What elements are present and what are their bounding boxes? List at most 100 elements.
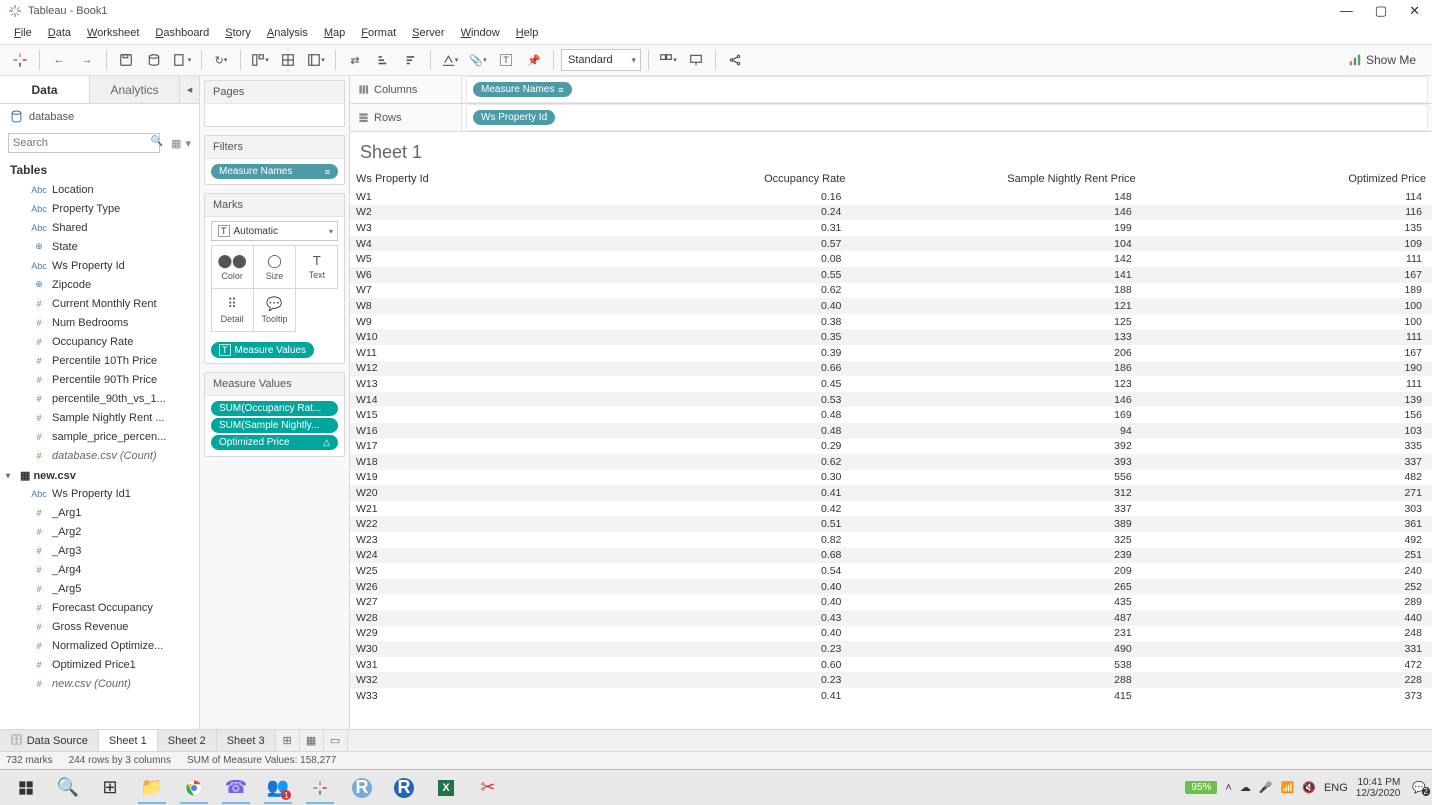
- table-row[interactable]: W80.40121100: [350, 298, 1432, 314]
- view-list-icon[interactable]: ▦: [171, 137, 181, 150]
- redo-button[interactable]: →: [75, 48, 99, 72]
- field-percentile-90th-vs-1-[interactable]: #percentile_90th_vs_1...: [0, 389, 199, 408]
- taskbar-snip[interactable]: ✂: [468, 772, 508, 804]
- sort-asc-icon[interactable]: [371, 48, 395, 72]
- table-row[interactable]: W170.29392335: [350, 439, 1432, 455]
- table-row[interactable]: W270.40435289: [350, 594, 1432, 610]
- table-row[interactable]: W40.57104109: [350, 236, 1432, 252]
- field-normalized-optimize-[interactable]: #Normalized Optimize...: [0, 636, 199, 655]
- taskbar-tableau[interactable]: [300, 772, 340, 804]
- fit-dropdown[interactable]: Standard: [561, 49, 641, 71]
- field-current-monthly-rent[interactable]: #Current Monthly Rent: [0, 294, 199, 313]
- menu-data[interactable]: Data: [42, 25, 77, 41]
- maximize-button[interactable]: ▢: [1375, 3, 1387, 19]
- tab-sheet-1[interactable]: Sheet 1: [99, 730, 158, 751]
- col-header-1[interactable]: Occupancy Rate: [561, 169, 851, 189]
- table-row[interactable]: W250.54209240: [350, 563, 1432, 579]
- new-worksheet-dropdown[interactable]: ▾: [170, 48, 194, 72]
- taskbar-rstudio[interactable]: R: [342, 772, 382, 804]
- table-row[interactable]: W210.42337303: [350, 501, 1432, 517]
- menu-format[interactable]: Format: [355, 25, 402, 41]
- field-num-bedrooms[interactable]: #Num Bedrooms: [0, 313, 199, 332]
- table-row[interactable]: W90.38125100: [350, 314, 1432, 330]
- table-row[interactable]: W330.41415373: [350, 688, 1432, 704]
- labels-button[interactable]: T: [494, 48, 518, 72]
- tray-mic-icon[interactable]: 🎤: [1259, 781, 1273, 794]
- show-me-button[interactable]: Show Me: [1348, 53, 1424, 67]
- field-state[interactable]: ⊕State: [0, 237, 199, 256]
- field--arg5[interactable]: #_Arg5: [0, 579, 199, 598]
- table-row[interactable]: W160.4894103: [350, 423, 1432, 439]
- table-row[interactable]: W30.31199135: [350, 220, 1432, 236]
- table-row[interactable]: W240.68239251: [350, 548, 1432, 564]
- field-shared[interactable]: AbcShared: [0, 218, 199, 237]
- tray-wifi-icon[interactable]: 📶: [1281, 781, 1295, 794]
- sort-desc-button[interactable]: ▾: [304, 48, 328, 72]
- save-button[interactable]: [114, 48, 138, 72]
- field-percentile-10th-price[interactable]: #Percentile 10Th Price: [0, 351, 199, 370]
- taskbar-explorer[interactable]: 📁: [132, 772, 172, 804]
- field-percentile-90th-price[interactable]: #Percentile 90Th Price: [0, 370, 199, 389]
- presentation-button[interactable]: [684, 48, 708, 72]
- tab-sheet-3[interactable]: Sheet 3: [217, 730, 276, 751]
- new-worksheet-button[interactable]: ⊞: [276, 730, 300, 751]
- table-row[interactable]: W200.41312271: [350, 485, 1432, 501]
- field-forecast-occupancy[interactable]: #Forecast Occupancy: [0, 598, 199, 617]
- menu-map[interactable]: Map: [318, 25, 351, 41]
- field--arg3[interactable]: #_Arg3: [0, 541, 199, 560]
- share-button[interactable]: [723, 48, 747, 72]
- menu-analysis[interactable]: Analysis: [261, 25, 314, 41]
- table-row[interactable]: W230.82325492: [350, 532, 1432, 548]
- field-optimized-price1[interactable]: #Optimized Price1: [0, 655, 199, 674]
- tray-onedrive-icon[interactable]: ☁: [1240, 781, 1251, 794]
- marks-pill-measure-values[interactable]: TMeasure Values: [211, 342, 314, 358]
- swap-button[interactable]: ▾: [248, 48, 272, 72]
- col-header-0[interactable]: Ws Property Id: [350, 169, 561, 189]
- tray-clock[interactable]: 10:41 PM 12/3/2020: [1356, 777, 1405, 799]
- menu-server[interactable]: Server: [406, 25, 450, 41]
- field-database-csv-count-[interactable]: #database.csv (Count): [0, 446, 199, 465]
- start-button[interactable]: [6, 772, 46, 804]
- new-story-button[interactable]: ▭: [324, 730, 348, 751]
- field-property-type[interactable]: AbcProperty Type: [0, 199, 199, 218]
- highlight-button[interactable]: ▾: [438, 48, 462, 72]
- rows-pill-ws-property-id[interactable]: Ws Property Id: [473, 110, 555, 125]
- table-row[interactable]: W320.23288228: [350, 672, 1432, 688]
- field--arg1[interactable]: #_Arg1: [0, 503, 199, 522]
- col-header-2[interactable]: Sample Nightly Rent Price: [851, 169, 1141, 189]
- taskbar-chrome[interactable]: [174, 772, 214, 804]
- field-ws-property-id[interactable]: AbcWs Property Id: [0, 256, 199, 275]
- sort-desc-icon[interactable]: [399, 48, 423, 72]
- filters-shelf[interactable]: Filters Measure Names≡: [204, 135, 345, 185]
- field-gross-revenue[interactable]: #Gross Revenue: [0, 617, 199, 636]
- table-row[interactable]: W150.48169156: [350, 407, 1432, 423]
- mv-pill-0[interactable]: SUM(Occupancy Rat...: [211, 401, 338, 416]
- tableau-logo-button[interactable]: [8, 48, 32, 72]
- field-zipcode[interactable]: ⊕Zipcode: [0, 275, 199, 294]
- undo-button[interactable]: ←: [47, 48, 71, 72]
- menu-help[interactable]: Help: [510, 25, 545, 41]
- menu-window[interactable]: Window: [455, 25, 506, 41]
- taskbar-excel[interactable]: X: [426, 772, 466, 804]
- sheet-title[interactable]: Sheet 1: [350, 132, 1432, 169]
- search-input[interactable]: [8, 133, 160, 153]
- tray-lang[interactable]: ENG: [1324, 782, 1348, 794]
- mark-tooltip-button[interactable]: 💬Tooltip: [253, 288, 296, 332]
- taskbar-taskview[interactable]: ⊞: [90, 772, 130, 804]
- table-row[interactable]: W310.60538472: [350, 657, 1432, 673]
- menu-file[interactable]: File: [8, 25, 38, 41]
- field-occupancy-rate[interactable]: #Occupancy Rate: [0, 332, 199, 351]
- tab-data-source[interactable]: 🗄Data Source: [0, 730, 99, 751]
- field-new-csv-count-[interactable]: #new.csv (Count): [0, 674, 199, 693]
- pin-button[interactable]: 📌: [522, 48, 546, 72]
- mark-size-button[interactable]: ◯Size: [253, 245, 296, 289]
- mark-text-button[interactable]: TText: [295, 245, 338, 289]
- mark-type-select[interactable]: TAutomatic: [211, 221, 338, 241]
- menu-worksheet[interactable]: Worksheet: [81, 25, 145, 41]
- table-row[interactable]: W50.08142111: [350, 251, 1432, 267]
- taskbar-r[interactable]: R: [384, 772, 424, 804]
- table-row[interactable]: W180.62393337: [350, 454, 1432, 470]
- field--arg4[interactable]: #_Arg4: [0, 560, 199, 579]
- new-data-button[interactable]: [142, 48, 166, 72]
- swap-axes-button[interactable]: ⇄: [343, 48, 367, 72]
